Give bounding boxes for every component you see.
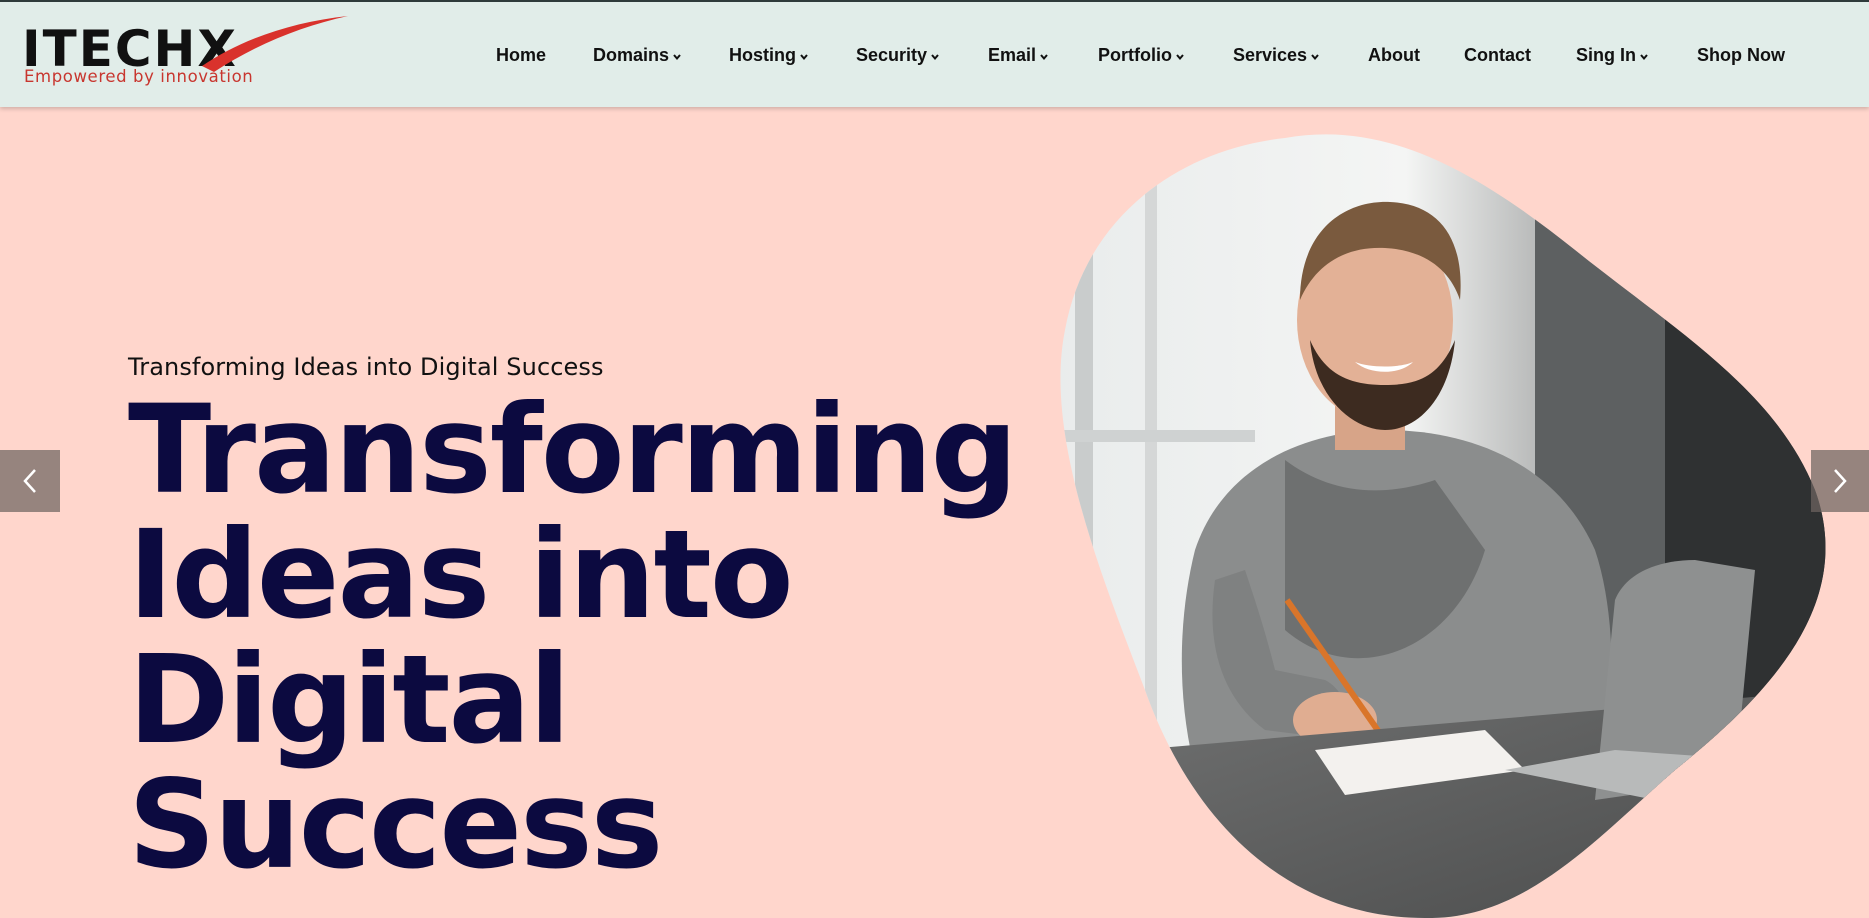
nav-item-label: Hosting: [729, 45, 796, 65]
chevron-down-icon: [1040, 54, 1048, 61]
nav-item-hosting[interactable]: Hosting: [729, 45, 809, 66]
nav-item-home[interactable]: Home: [496, 45, 546, 66]
nav-item-label: About: [1368, 45, 1420, 65]
nav-item-label: Security: [856, 45, 928, 65]
chevron-down-icon: [1640, 54, 1648, 61]
hero-title: Transforming Ideas into Digital Success: [128, 388, 1088, 888]
chevron-down-icon: [800, 54, 808, 61]
hero-subtitle: Transforming Ideas into Digital Success: [128, 353, 604, 381]
logo-tagline: Empowered by innovation: [24, 67, 254, 86]
nav-item-label: Home: [496, 45, 547, 65]
main-nav: Home Domains Hosting Security Email Port…: [0, 45, 1869, 69]
nav-item-portfolio[interactable]: Portfolio: [1098, 45, 1185, 66]
hero-image: [1060, 134, 1826, 918]
nav-item-label: Shop Now: [1697, 45, 1785, 65]
nav-item-about[interactable]: About: [1368, 45, 1420, 66]
chevron-down-icon: [931, 54, 939, 61]
site-header: ITECHX Empowered by innovation Home Doma…: [0, 0, 1869, 107]
nav-item-label: Email: [988, 45, 1037, 65]
chevron-down-icon: [1176, 54, 1184, 61]
nav-item-label: Sing In: [1576, 45, 1636, 65]
nav-item-label: Portfolio: [1098, 45, 1172, 65]
hero-title-line: Ideas into: [128, 504, 794, 646]
nav-item-sign-in[interactable]: Sing In: [1576, 45, 1649, 66]
chevron-down-icon: [1311, 54, 1319, 61]
chevron-left-icon: [23, 469, 36, 493]
nav-item-shop-now[interactable]: Shop Now: [1697, 45, 1785, 66]
hero-title-line: Digital Success: [128, 629, 663, 896]
slider-prev-button[interactable]: [0, 450, 60, 512]
hero-title-line: Transforming: [128, 379, 1018, 521]
chevron-right-icon: [1834, 469, 1847, 493]
chevron-down-icon: [673, 54, 681, 61]
nav-item-label: Domains: [593, 45, 670, 65]
nav-item-security[interactable]: Security: [856, 45, 940, 66]
nav-item-contact[interactable]: Contact: [1464, 45, 1531, 66]
nav-item-email[interactable]: Email: [988, 45, 1049, 66]
nav-item-domains[interactable]: Domains: [593, 45, 682, 66]
slider-next-button[interactable]: [1811, 450, 1869, 512]
nav-item-services[interactable]: Services: [1233, 45, 1320, 66]
nav-item-label: Services: [1233, 45, 1308, 65]
nav-item-label: Contact: [1464, 45, 1531, 65]
